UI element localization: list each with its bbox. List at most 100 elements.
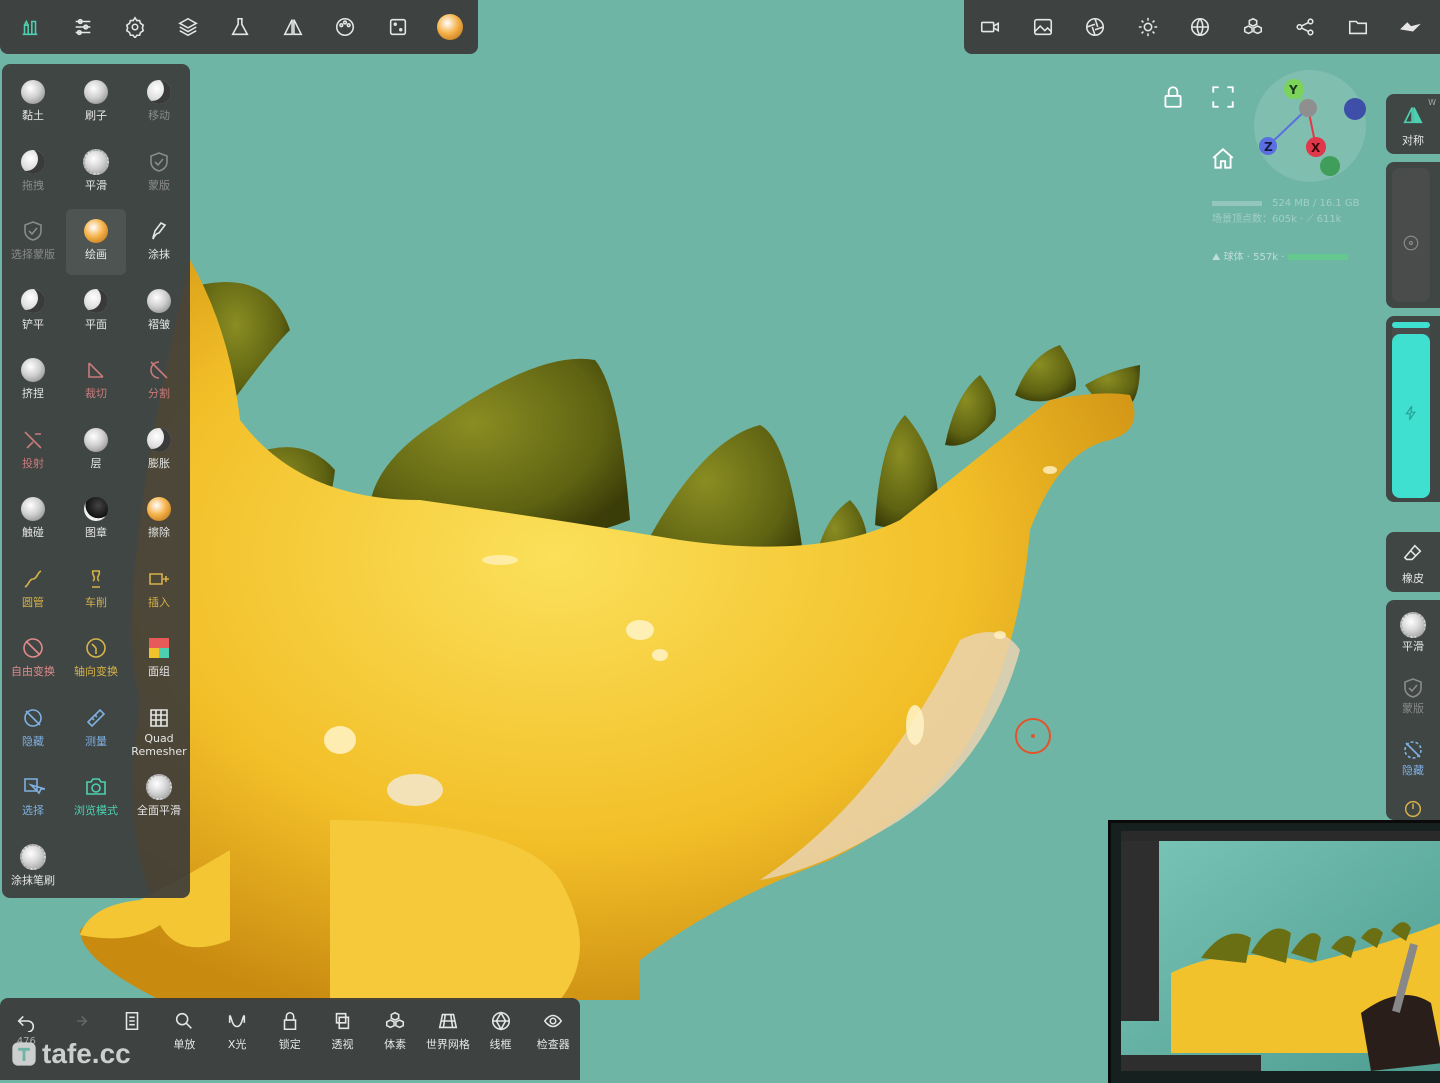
smooth-brush-icon <box>82 148 110 176</box>
tool-hide[interactable]: 隐藏 <box>3 696 63 762</box>
layers-icon[interactable] <box>162 0 215 54</box>
tool-label: 轴向变换 <box>74 665 118 678</box>
tool-label: 擦除 <box>148 526 170 539</box>
quick-smooth-button[interactable]: 平滑 <box>1386 606 1440 662</box>
fullscreen-icon[interactable] <box>1210 84 1236 114</box>
bottom-lock-button[interactable]: 锁定 <box>263 998 316 1080</box>
dice-icon[interactable] <box>372 0 425 54</box>
axis-gizmo[interactable]: Y Z X <box>1250 66 1380 186</box>
tool-quad-remesher[interactable]: Quad Remesher <box>129 696 189 762</box>
bottom-xray-button[interactable]: X光 <box>211 998 264 1080</box>
symmetry-button[interactable]: W 对称 <box>1386 94 1440 154</box>
tool-stamp[interactable]: 图章 <box>66 487 126 553</box>
bottom-label: X光 <box>227 1038 247 1051</box>
tool-planar[interactable]: 平面 <box>66 279 126 345</box>
image-icon[interactable] <box>1017 0 1070 54</box>
gizmo-x-label: X <box>1311 141 1321 155</box>
tool-split[interactable]: 分割 <box>129 348 189 414</box>
tool-tube[interactable]: 圆管 <box>3 557 63 623</box>
quick-extra-icon[interactable] <box>1386 798 1440 820</box>
radius-slider[interactable] <box>1386 162 1440 308</box>
globe-icon[interactable] <box>1174 0 1227 54</box>
tool-label: 移动 <box>148 109 170 122</box>
tool-erase-paint[interactable]: 擦除 <box>129 487 189 553</box>
tool-crease[interactable]: 褶皱 <box>129 279 189 345</box>
undo-icon <box>17 1015 35 1032</box>
insert-icon <box>145 565 173 593</box>
flask-icon[interactable] <box>214 0 267 54</box>
settings-sliders-icon[interactable] <box>57 0 110 54</box>
undo-arrow-icon[interactable] <box>1384 0 1437 54</box>
bottom-voxel-button[interactable]: 体素 <box>369 998 422 1080</box>
tool-flatten[interactable]: 铲平 <box>3 279 63 345</box>
tool-view-mode[interactable]: 浏览模式 <box>66 765 126 831</box>
lock-view-icon[interactable] <box>1160 84 1186 114</box>
tool-select[interactable]: 选择 <box>3 765 63 831</box>
tool-free-transform[interactable]: 自由变换 <box>3 626 63 692</box>
inflate-icon <box>145 426 173 454</box>
tool-project[interactable]: 投射 <box>3 418 63 484</box>
tool-drag-brush[interactable]: 拖拽 <box>3 140 63 206</box>
folder-icon[interactable] <box>1332 0 1385 54</box>
tool-label: 投射 <box>22 456 44 470</box>
global-smooth-icon <box>145 773 173 801</box>
tool-trim[interactable]: 裁切 <box>66 348 126 414</box>
tool-facegroup[interactable]: 面组 <box>129 626 189 692</box>
tool-insert[interactable]: 插入 <box>129 557 189 623</box>
bottom-wireframe-button[interactable]: 线框 <box>474 998 527 1080</box>
tool-select-mask[interactable]: 选择蒙版 <box>3 209 63 275</box>
brush-icon <box>82 78 110 106</box>
share-icon[interactable] <box>1279 0 1332 54</box>
tool-lathe[interactable]: 车削 <box>66 557 126 623</box>
pinch-icon <box>19 356 47 384</box>
planar-icon <box>82 287 110 315</box>
tool-smudge[interactable]: 涂抹 <box>129 209 189 275</box>
quick-hide-button[interactable]: 隐藏 <box>1386 734 1440 790</box>
top-right-toolbar <box>964 0 1440 54</box>
intensity-slider[interactable] <box>1386 316 1440 502</box>
tool-clay-brush[interactable]: 黏土 <box>3 70 63 136</box>
scene-icon[interactable] <box>4 0 57 54</box>
tool-tube-touch[interactable]: 触碰 <box>3 487 63 553</box>
tool-brush[interactable]: 刷子 <box>66 70 126 136</box>
gear-icon[interactable] <box>109 0 162 54</box>
bottom-inspector-button[interactable]: 检查器 <box>527 998 580 1080</box>
move-brush-icon <box>145 78 173 106</box>
light-icon[interactable] <box>1122 0 1175 54</box>
voxel-icon[interactable] <box>1227 0 1280 54</box>
tool-mask[interactable]: 蒙版 <box>129 140 189 206</box>
axis-transform-icon <box>82 634 110 662</box>
tool-label: 自由变换 <box>11 665 55 678</box>
tool-ruler[interactable]: 测量 <box>66 696 126 762</box>
quick-mask-button[interactable]: 蒙版 <box>1386 672 1440 728</box>
tool-move-brush[interactable]: 移动 <box>129 70 189 136</box>
drag-brush-icon <box>19 148 47 176</box>
camera-icon[interactable] <box>964 0 1017 54</box>
project-icon <box>19 426 47 454</box>
scene-stats: 524 MB / 16.1 GB 场景顶点数：605k · ⟋ 611k ⛰ 球… <box>1212 196 1360 266</box>
tool-global-smooth[interactable]: 全面平滑 <box>129 765 189 831</box>
quick-tools-column: 平滑 蒙版 隐藏 <box>1386 600 1440 820</box>
view-mode-icon <box>82 773 110 801</box>
picture-in-picture-video <box>1108 820 1440 1083</box>
home-icon[interactable] <box>1210 146 1236 176</box>
symmetry-icon[interactable] <box>267 0 320 54</box>
tool-label: 膨胀 <box>148 456 170 470</box>
tool-paint[interactable]: 绘画 <box>66 209 126 275</box>
tool-inflate[interactable]: 膨胀 <box>129 418 189 484</box>
tool-layer-brush[interactable]: 层 <box>66 418 126 484</box>
tool-smooth-brush[interactable]: 平滑 <box>66 140 126 206</box>
eraser-button[interactable]: 橡皮 <box>1386 532 1440 592</box>
material-sphere-icon[interactable] <box>424 0 477 54</box>
bottom-world-grid-button[interactable]: 世界网格 <box>422 998 475 1080</box>
crease-icon <box>145 287 173 315</box>
tool-axis-transform[interactable]: 轴向变换 <box>66 626 126 692</box>
gizmo-y-label: Y <box>1288 83 1298 97</box>
palette-icon[interactable] <box>319 0 372 54</box>
aperture-icon[interactable] <box>1069 0 1122 54</box>
tool-label: 刷子 <box>85 109 107 122</box>
tool-pinch[interactable]: 挤捏 <box>3 348 63 414</box>
bottom-search-button[interactable]: 单放 <box>158 998 211 1080</box>
bottom-perspective-button[interactable]: 透视 <box>316 998 369 1080</box>
tool-smudge-brush[interactable]: 涂抹笔刷 <box>3 835 63 901</box>
